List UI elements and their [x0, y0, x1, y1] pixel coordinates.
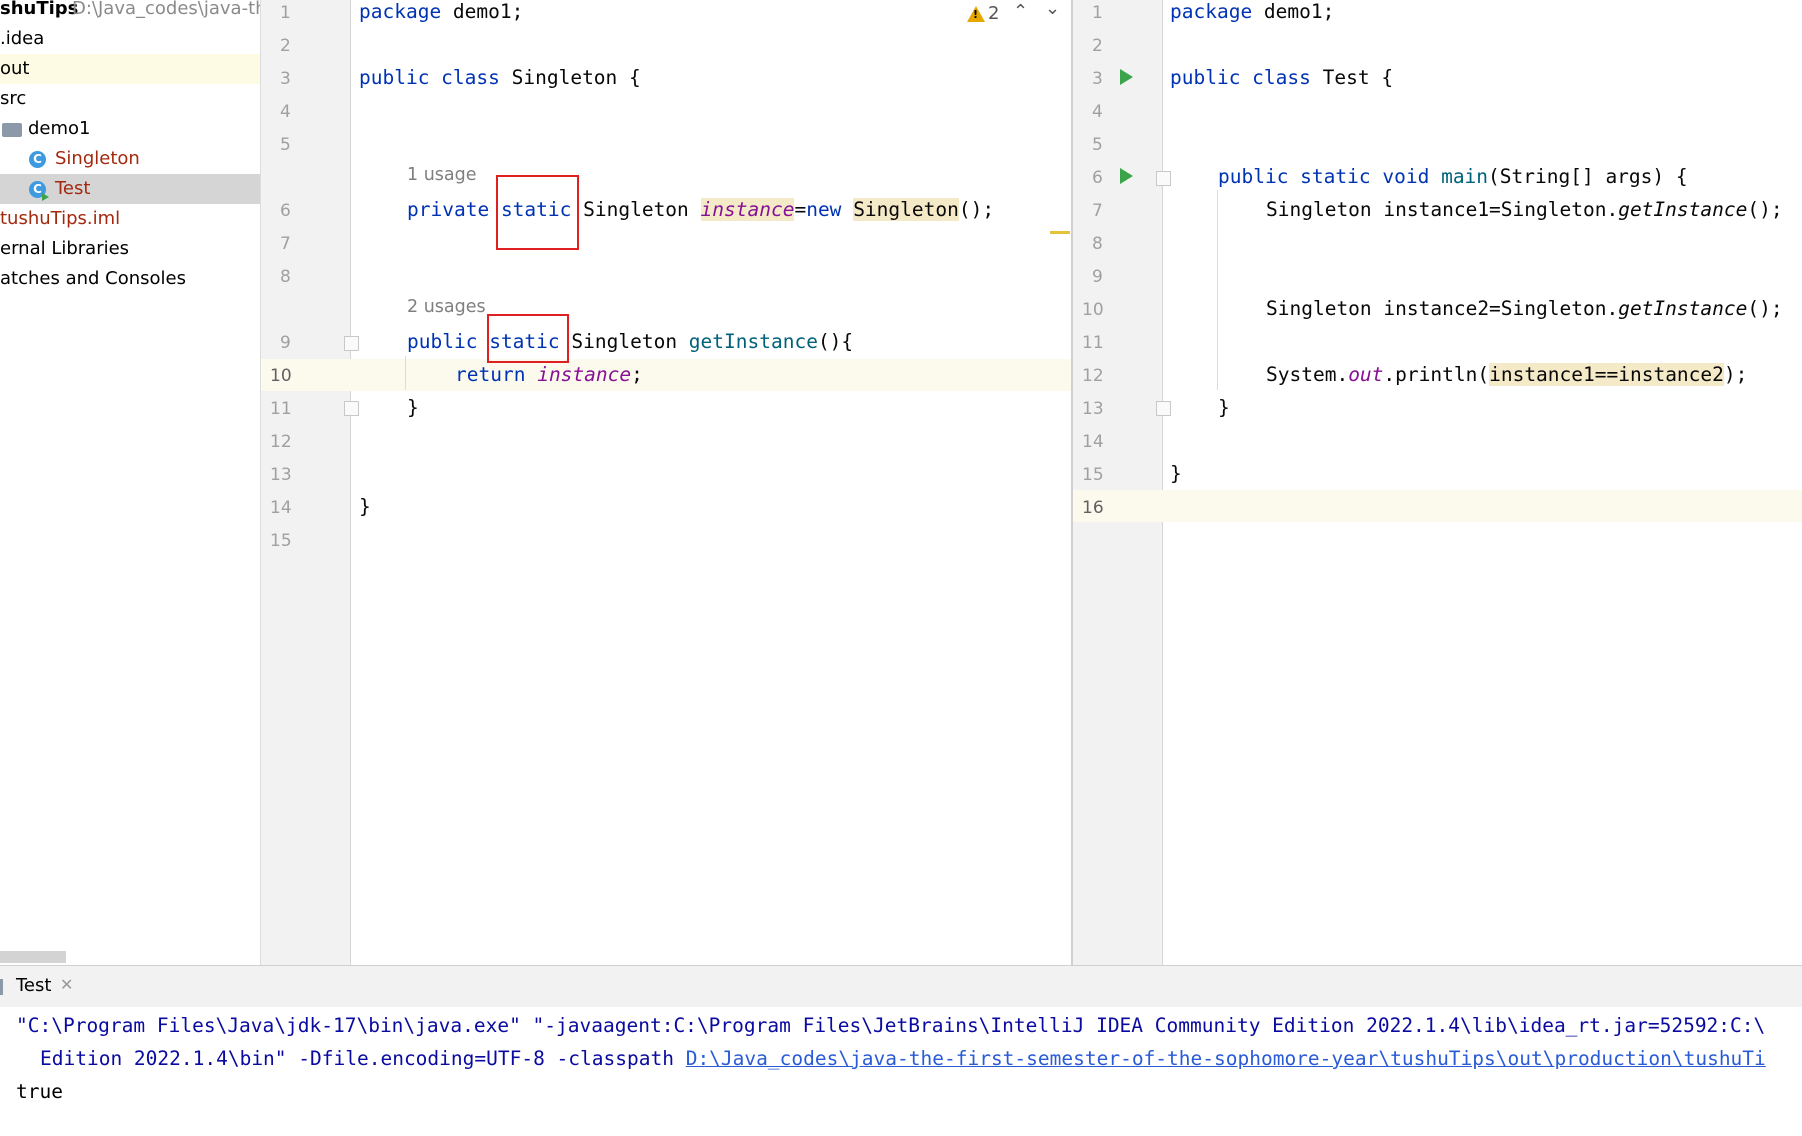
line-number: 9	[280, 333, 291, 353]
project-root-path: D:\Java_codes\java-th	[72, 0, 261, 19]
fold-toggle-icon[interactable]	[344, 336, 359, 351]
line-number: 11	[270, 399, 292, 419]
run-console-output[interactable]: "C:\Program Files\Java\jdk-17\bin\java.e…	[0, 1007, 1802, 1136]
line-number: 10	[270, 366, 292, 386]
line-number: 10	[1082, 300, 1104, 320]
line-number: 8	[280, 267, 291, 287]
fold-toggle-icon[interactable]	[344, 401, 359, 416]
line-number: 3	[280, 69, 291, 89]
code-line-1: package demo1;	[1170, 0, 1335, 23]
line-number: 6	[1092, 168, 1103, 188]
code-line-12: System.out.println(instance1==instance2)…	[1266, 363, 1748, 386]
code-line-10: Singleton instance2=Singleton.getInstanc…	[1266, 297, 1783, 320]
code-line-11: }	[407, 396, 419, 419]
line-number: 1	[1092, 3, 1103, 23]
error-stripe-mark[interactable]	[1050, 231, 1070, 234]
line-number: 4	[280, 102, 291, 122]
java-runnable-class-icon: C	[29, 181, 49, 201]
code-line-14: }	[359, 495, 371, 518]
package-folder-icon	[2, 123, 22, 137]
java-class-icon: C	[29, 151, 46, 168]
chevron-up-icon[interactable]: ⌃	[1013, 1, 1028, 22]
run-toolbar: Test ✕	[0, 965, 1802, 1008]
line-number: 4	[1092, 102, 1103, 122]
project-horizontal-scrollbar[interactable]	[0, 951, 66, 963]
fold-toggle-icon[interactable]	[1156, 401, 1171, 416]
project-root-name: shuTips	[0, 0, 79, 19]
tree-item-out[interactable]: out	[0, 54, 260, 84]
line-number: 2	[280, 36, 291, 56]
code-line-3: public class Test {	[1170, 66, 1394, 89]
annotation-red-box	[496, 175, 579, 250]
line-number: 14	[1082, 432, 1104, 452]
code-line-13: }	[1218, 396, 1230, 419]
line-number: 5	[1092, 135, 1103, 155]
line-number: 2	[1092, 36, 1103, 56]
line-number: 7	[1092, 201, 1103, 221]
line-number: 3	[1092, 69, 1103, 89]
current-line-highlight	[261, 359, 1071, 391]
tree-item-iml[interactable]: tushuTips.iml	[0, 204, 260, 234]
code-line-6: public static void main(String[] args) {	[1218, 165, 1688, 188]
line-number: 12	[1082, 366, 1104, 386]
fold-toggle-icon[interactable]	[1156, 171, 1171, 186]
run-main-icon[interactable]	[1120, 168, 1133, 184]
line-number: 13	[1082, 399, 1104, 419]
line-number: 8	[1092, 234, 1103, 254]
console-line: "C:\Program Files\Java\jdk-17\bin\java.e…	[16, 1014, 1766, 1037]
annotation-red-box	[487, 314, 569, 363]
line-number: 5	[280, 135, 291, 155]
run-class-icon[interactable]	[1120, 69, 1133, 85]
console-line: Edition 2022.1.4\bin" -Dfile.encoding=UT…	[40, 1047, 1766, 1070]
tree-item-scratches[interactable]: atches and Consoles	[0, 264, 260, 294]
close-tab-icon[interactable]: ✕	[60, 975, 73, 994]
line-number: 16	[1082, 498, 1104, 518]
line-number: 15	[1082, 465, 1104, 485]
usage-hint[interactable]: 1 usage	[407, 165, 477, 185]
tree-item-test[interactable]: C Test	[0, 174, 260, 204]
code-line-10: return instance;	[455, 363, 643, 386]
console-line: true	[16, 1080, 63, 1103]
line-number: 15	[270, 531, 292, 551]
line-number: 12	[270, 432, 292, 452]
line-number: 1	[280, 3, 291, 23]
line-number: 6	[280, 201, 291, 221]
code-line-9: public static Singleton getInstance(){	[407, 330, 854, 353]
code-line-3: public class Singleton {	[359, 66, 641, 89]
line-number: 14	[270, 498, 292, 518]
line-number: 13	[270, 465, 292, 485]
code-line-15: }	[1170, 462, 1182, 485]
tree-item-src[interactable]: src	[0, 84, 260, 114]
line-number: 11	[1082, 333, 1104, 353]
code-line-7: Singleton instance1=Singleton.getInstanc…	[1266, 198, 1783, 221]
line-number: 7	[280, 234, 291, 254]
tree-item-idea[interactable]: .idea	[0, 24, 260, 54]
code-line-1: package demo1;	[359, 0, 524, 23]
classpath-link[interactable]: D:\Java_codes\java-the-first-semester-of…	[686, 1047, 1766, 1070]
line-number: 9	[1092, 267, 1103, 287]
project-root[interactable]: shuTips D:\Java_codes\java-th	[0, 0, 260, 24]
chevron-down-icon[interactable]: ⌄	[1045, 0, 1060, 19]
tree-item-singleton[interactable]: C Singleton	[0, 144, 260, 174]
tree-item-external-libraries[interactable]: ernal Libraries	[0, 234, 260, 264]
run-config-icon	[0, 979, 3, 995]
usage-hint[interactable]: 2 usages	[407, 297, 486, 317]
warning-count[interactable]: 2	[988, 3, 999, 24]
project-panel: shuTips D:\Java_codes\java-th .idea out …	[0, 0, 261, 965]
current-line-highlight	[1073, 490, 1802, 522]
tree-item-demo1[interactable]: demo1	[0, 114, 260, 144]
